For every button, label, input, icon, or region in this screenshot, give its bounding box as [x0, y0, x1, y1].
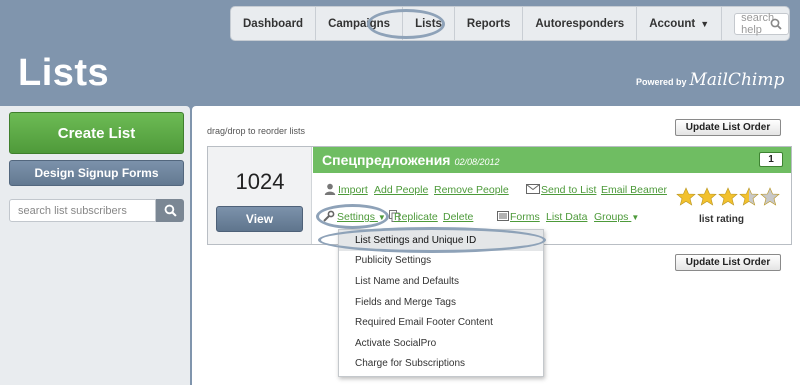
- replicate-link[interactable]: Replicate: [394, 211, 438, 223]
- subscriber-box: 1024 View: [208, 147, 312, 244]
- brand-logo: MailChimp: [689, 70, 785, 90]
- nav-autoresponders-label: Autoresponders: [535, 17, 625, 30]
- groups-link[interactable]: Groups ▼: [594, 211, 639, 223]
- chevron-down-icon: ▼: [700, 18, 710, 29]
- nav-dashboard-label: Dashboard: [243, 17, 304, 30]
- search-subscribers-button[interactable]: [156, 199, 184, 222]
- import-link[interactable]: Import: [338, 184, 368, 196]
- star-icon[interactable]: [739, 187, 759, 207]
- wrench-icon: [323, 210, 335, 222]
- nav-dashboard[interactable]: Dashboard: [231, 7, 317, 40]
- create-list-button[interactable]: Create List: [9, 112, 184, 154]
- view-list-button[interactable]: View: [216, 206, 303, 232]
- list-date: 02/08/2012: [454, 157, 500, 167]
- star-icon[interactable]: [676, 187, 696, 207]
- search-icon: [164, 204, 177, 217]
- settings-dropdown-menu: List Settings and Unique ID Publicity Set…: [338, 229, 544, 377]
- design-signup-forms-button[interactable]: Design Signup Forms: [9, 160, 184, 186]
- nav-campaigns-label: Campaigns: [328, 17, 391, 30]
- nav-account-label: Account: [649, 17, 696, 30]
- update-list-order-button-top[interactable]: Update List Order: [675, 119, 781, 136]
- update-list-order-button-bottom[interactable]: Update List Order: [675, 254, 781, 271]
- search-subscribers-input[interactable]: search list subscribers: [9, 199, 156, 222]
- reorder-hint: drag/drop to reorder lists: [207, 126, 306, 136]
- form-icon: [497, 211, 509, 221]
- chevron-down-icon: ▼: [377, 213, 386, 222]
- person-icon: [324, 183, 336, 195]
- list-data-link[interactable]: List Data: [546, 211, 587, 223]
- powered-by-logo: Powered by MailChimp: [636, 70, 784, 90]
- nav-campaigns[interactable]: Campaigns: [316, 7, 404, 40]
- chevron-down-icon: ▼: [631, 213, 640, 222]
- settings-menu-item[interactable]: List Name and Defaults: [339, 271, 543, 292]
- list-header[interactable]: Спецпредложения 02/08/2012 1: [313, 147, 791, 173]
- page-title: Lists: [18, 52, 110, 94]
- nav-lists[interactable]: Lists: [403, 7, 455, 40]
- list-rating-label: list rating: [699, 214, 745, 225]
- email-beamer-link[interactable]: Email Beamer: [601, 184, 667, 196]
- star-icon[interactable]: [718, 187, 738, 207]
- settings-menu-item[interactable]: Publicity Settings: [339, 251, 543, 272]
- add-people-link[interactable]: Add People: [374, 184, 428, 196]
- search-help-input[interactable]: search help: [734, 12, 789, 36]
- groups-link-label: Groups: [594, 211, 629, 223]
- settings-menu-item[interactable]: Required Email Footer Content: [339, 312, 543, 333]
- list-rating-stars[interactable]: [676, 187, 780, 207]
- list-name[interactable]: Спецпредложения: [322, 152, 450, 168]
- nav-reports-label: Reports: [466, 17, 511, 30]
- forms-link[interactable]: Forms: [510, 211, 540, 223]
- nav-lists-label: Lists: [415, 17, 442, 30]
- star-icon[interactable]: [697, 187, 717, 207]
- settings-link[interactable]: Settings ▼: [337, 211, 386, 223]
- envelope-icon: [526, 184, 540, 194]
- powered-by-text: Powered by: [636, 77, 687, 87]
- search-subscribers-placeholder: search list subscribers: [18, 204, 127, 217]
- settings-link-label: Settings: [337, 211, 375, 223]
- settings-menu-item[interactable]: Activate SocialPro: [339, 333, 543, 354]
- settings-menu-item[interactable]: Charge for Subscriptions: [339, 354, 543, 375]
- nav-autoresponders[interactable]: Autoresponders: [523, 7, 638, 40]
- settings-menu-item[interactable]: Fields and Merge Tags: [339, 292, 543, 313]
- top-navigation: Dashboard Campaigns Lists Reports Autore…: [230, 6, 790, 41]
- remove-people-link[interactable]: Remove People: [434, 184, 509, 196]
- list-order-badge: 1: [759, 152, 783, 167]
- star-icon[interactable]: [760, 187, 780, 207]
- search-icon[interactable]: [770, 18, 782, 30]
- send-to-list-link[interactable]: Send to List: [541, 184, 596, 196]
- nav-reports[interactable]: Reports: [455, 7, 524, 40]
- delete-link[interactable]: Delete: [443, 211, 473, 223]
- settings-menu-item[interactable]: List Settings and Unique ID: [339, 230, 543, 251]
- subscriber-count: 1024: [235, 169, 285, 194]
- nav-account[interactable]: Account ▼: [637, 7, 723, 40]
- list-title[interactable]: Спецпредложения 02/08/2012: [322, 152, 500, 168]
